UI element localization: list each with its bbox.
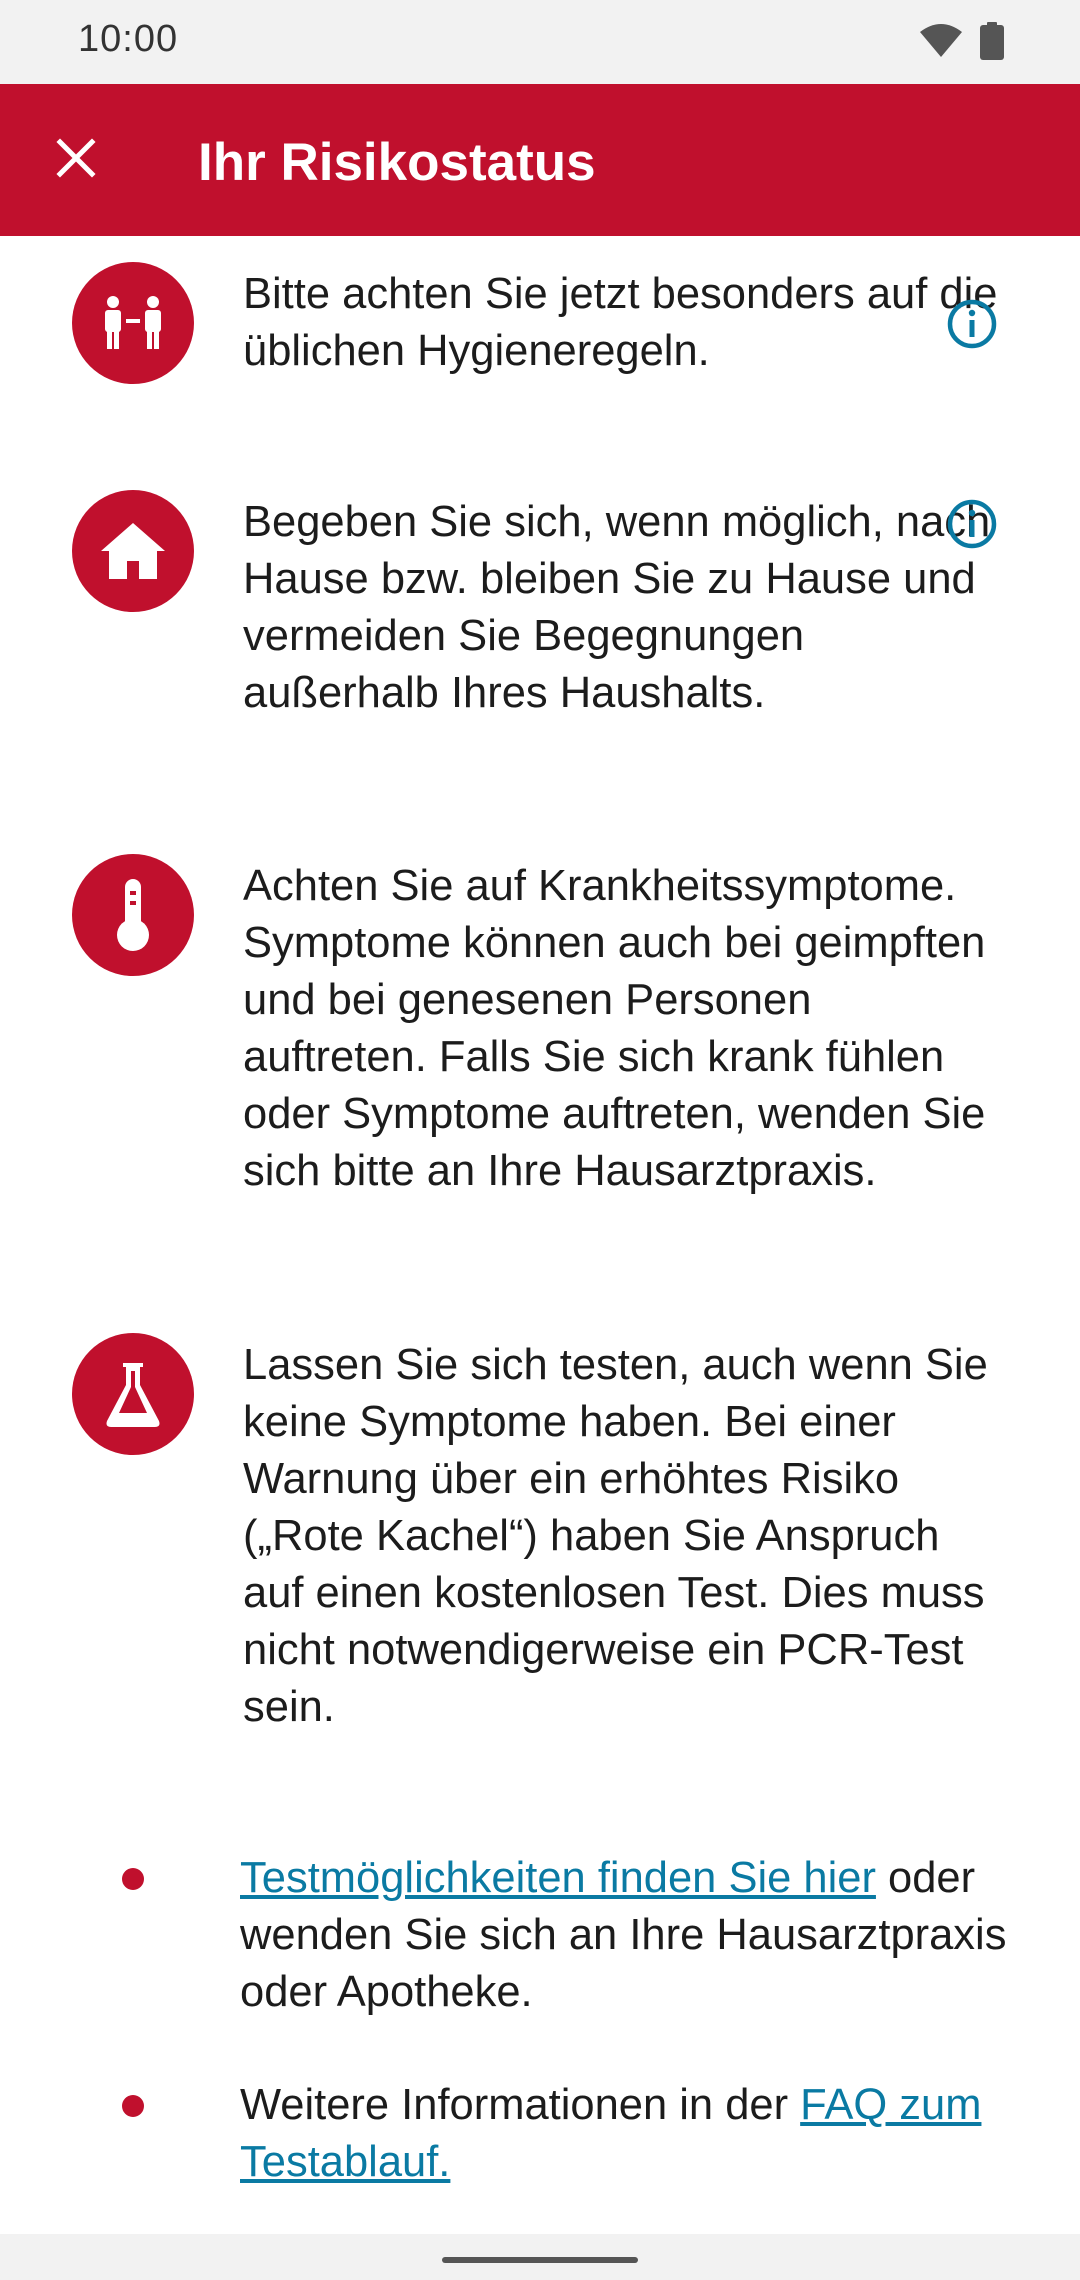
info-icon [946, 498, 998, 555]
test-options-link[interactable]: Testmöglichkeiten finden Sie hier [240, 1854, 876, 1902]
info-button[interactable] [944, 298, 1000, 354]
item-text: Bitte achten Sie jetzt besonders auf die… [243, 270, 998, 375]
item-text: Lassen Sie sich testen, auch wenn Sie ke… [243, 1341, 988, 1731]
bullet-text: Weitere Informationen in der FAQ zum Tes… [240, 2081, 982, 2186]
navigation-bar [0, 2234, 1080, 2280]
app-bar: Ihr Risikostatus [0, 84, 1080, 236]
bullet-dot [122, 1868, 144, 1890]
status-icons [920, 22, 1004, 65]
info-icon [946, 298, 998, 355]
test-flask-icon [72, 1333, 194, 1455]
thermometer-icon [72, 854, 194, 976]
status-time: 10:00 [78, 18, 179, 60]
battery-icon [980, 22, 1004, 65]
wifi-icon [920, 24, 962, 63]
distance-people-icon [72, 262, 194, 384]
item-text: Begeben Sie sich, wenn möglich, nach Hau… [243, 498, 991, 717]
home-icon [72, 490, 194, 612]
item-text: Achten Sie auf Krankheitssymptome. Sympt… [243, 862, 986, 1195]
info-button[interactable] [944, 498, 1000, 554]
status-bar: 10:00 [0, 0, 1080, 84]
close-button[interactable] [44, 128, 108, 192]
bullet-text: Testmöglichkeiten finden Sie hier oder w… [240, 1854, 1007, 2016]
bullet-dot [122, 2095, 144, 2117]
home-gesture-handle[interactable] [442, 2257, 638, 2263]
close-icon [56, 137, 96, 183]
risk-status-content[interactable]: Bitte achten Sie jetzt besonders auf die… [0, 236, 1080, 2234]
page-title: Ihr Risikostatus [198, 133, 596, 192]
